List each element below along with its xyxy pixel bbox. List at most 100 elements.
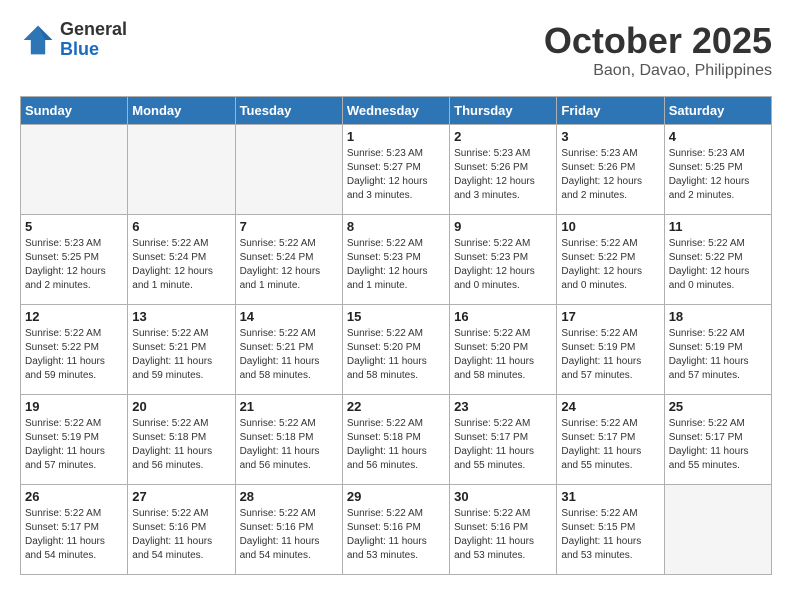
calendar-day-cell: 1 Sunrise: 5:23 AMSunset: 5:27 PMDaylight… <box>342 125 449 215</box>
day-number: 7 <box>240 219 338 234</box>
day-number: 4 <box>669 129 767 144</box>
calendar-day-cell <box>664 485 771 575</box>
day-number: 26 <box>25 489 123 504</box>
day-number: 25 <box>669 399 767 414</box>
location-subtitle: Baon, Davao, Philippines <box>544 62 772 80</box>
calendar-week-row: 5 Sunrise: 5:23 AMSunset: 5:25 PMDaylight… <box>21 215 772 305</box>
calendar-day-cell: 23Sunrise: 5:22 AMSunset: 5:17 PMDayligh… <box>450 395 557 485</box>
calendar-day-cell: 21 Sunrise: 5:22 AMSunset: 5:18 PMDayligh… <box>235 395 342 485</box>
day-number: 13 <box>132 309 230 324</box>
day-info: Sunrise: 5:22 AMSunset: 5:16 PMDaylight:… <box>454 507 552 563</box>
calendar-table: SundayMondayTuesdayWednesdayThursdayFrid… <box>20 96 772 575</box>
calendar-day-cell: 24 Sunrise: 5:22 AMSunset: 5:17 PMDayligh… <box>557 395 664 485</box>
day-number: 29 <box>347 489 445 504</box>
day-number: 24 <box>561 399 659 414</box>
calendar-day-cell: 7 Sunrise: 5:22 AMSunset: 5:24 PMDaylight… <box>235 215 342 305</box>
day-number: 1 <box>347 129 445 144</box>
day-info: Sunrise: 5:22 AMSunset: 5:20 PMDaylight:… <box>454 327 552 383</box>
day-info: Sunrise: 5:22 AMSunset: 5:24 PMDaylight:… <box>132 237 230 293</box>
day-number: 18 <box>669 309 767 324</box>
calendar-week-row: 19 Sunrise: 5:22 AMSunset: 5:19 PMDayligh… <box>21 395 772 485</box>
calendar-day-cell: 29Sunrise: 5:22 AMSunset: 5:16 PMDayligh… <box>342 485 449 575</box>
day-number: 22 <box>347 399 445 414</box>
title-section: October 2025 Baon, Davao, Philippines <box>544 20 772 80</box>
calendar-day-cell: 5 Sunrise: 5:23 AMSunset: 5:25 PMDaylight… <box>21 215 128 305</box>
calendar-day-cell: 2Sunrise: 5:23 AMSunset: 5:26 PMDaylight… <box>450 125 557 215</box>
day-info: Sunrise: 5:22 AMSunset: 5:21 PMDaylight:… <box>240 327 338 383</box>
day-info: Sunrise: 5:23 AMSunset: 5:26 PMDaylight:… <box>561 147 659 203</box>
calendar-day-cell: 20Sunrise: 5:22 AMSunset: 5:18 PMDayligh… <box>128 395 235 485</box>
calendar-week-row: 26Sunrise: 5:22 AMSunset: 5:17 PMDayligh… <box>21 485 772 575</box>
day-info: Sunrise: 5:23 AMSunset: 5:26 PMDaylight:… <box>454 147 552 203</box>
day-number: 27 <box>132 489 230 504</box>
day-info: Sunrise: 5:22 AMSunset: 5:17 PMDaylight:… <box>561 417 659 473</box>
day-number: 5 <box>25 219 123 234</box>
day-info: Sunrise: 5:22 AMSunset: 5:19 PMDaylight:… <box>561 327 659 383</box>
day-info: Sunrise: 5:23 AMSunset: 5:25 PMDaylight:… <box>25 237 123 293</box>
calendar-day-cell: 26Sunrise: 5:22 AMSunset: 5:17 PMDayligh… <box>21 485 128 575</box>
day-info: Sunrise: 5:22 AMSunset: 5:15 PMDaylight:… <box>561 507 659 563</box>
calendar-day-cell: 12Sunrise: 5:22 AMSunset: 5:22 PMDayligh… <box>21 305 128 395</box>
calendar-week-row: 12Sunrise: 5:22 AMSunset: 5:22 PMDayligh… <box>21 305 772 395</box>
day-number: 23 <box>454 399 552 414</box>
calendar-body: 1 Sunrise: 5:23 AMSunset: 5:27 PMDaylight… <box>21 125 772 575</box>
day-info: Sunrise: 5:22 AMSunset: 5:18 PMDaylight:… <box>132 417 230 473</box>
day-number: 16 <box>454 309 552 324</box>
calendar-day-cell: 22 Sunrise: 5:22 AMSunset: 5:18 PMDayligh… <box>342 395 449 485</box>
calendar-day-cell: 16 Sunrise: 5:22 AMSunset: 5:20 PMDayligh… <box>450 305 557 395</box>
day-info: Sunrise: 5:22 AMSunset: 5:21 PMDaylight:… <box>132 327 230 383</box>
weekday-header-cell: Friday <box>557 97 664 125</box>
logo: General Blue <box>20 20 127 60</box>
weekday-header-cell: Tuesday <box>235 97 342 125</box>
calendar-day-cell <box>128 125 235 215</box>
day-number: 8 <box>347 219 445 234</box>
calendar-day-cell: 18 Sunrise: 5:22 AMSunset: 5:19 PMDayligh… <box>664 305 771 395</box>
calendar-day-cell <box>235 125 342 215</box>
day-info: Sunrise: 5:22 AMSunset: 5:18 PMDaylight:… <box>240 417 338 473</box>
day-number: 15 <box>347 309 445 324</box>
calendar-day-cell: 6 Sunrise: 5:22 AMSunset: 5:24 PMDaylight… <box>128 215 235 305</box>
day-number: 6 <box>132 219 230 234</box>
day-info: Sunrise: 5:22 AMSunset: 5:19 PMDaylight:… <box>669 327 767 383</box>
day-info: Sunrise: 5:22 AMSunset: 5:20 PMDaylight:… <box>347 327 445 383</box>
logo-icon <box>20 22 56 58</box>
calendar-day-cell: 3Sunrise: 5:23 AMSunset: 5:26 PMDaylight… <box>557 125 664 215</box>
day-number: 10 <box>561 219 659 234</box>
calendar-day-cell: 25 Sunrise: 5:22 AMSunset: 5:17 PMDayligh… <box>664 395 771 485</box>
month-title: October 2025 <box>544 20 772 62</box>
day-info: Sunrise: 5:23 AMSunset: 5:25 PMDaylight:… <box>669 147 767 203</box>
day-info: Sunrise: 5:23 AMSunset: 5:27 PMDaylight:… <box>347 147 445 203</box>
day-number: 19 <box>25 399 123 414</box>
day-number: 17 <box>561 309 659 324</box>
calendar-day-cell: 4 Sunrise: 5:23 AMSunset: 5:25 PMDaylight… <box>664 125 771 215</box>
weekday-header-cell: Wednesday <box>342 97 449 125</box>
calendar-day-cell: 15 Sunrise: 5:22 AMSunset: 5:20 PMDayligh… <box>342 305 449 395</box>
calendar-day-cell: 19 Sunrise: 5:22 AMSunset: 5:19 PMDayligh… <box>21 395 128 485</box>
day-info: Sunrise: 5:22 AMSunset: 5:23 PMDaylight:… <box>454 237 552 293</box>
day-number: 31 <box>561 489 659 504</box>
weekday-header-cell: Sunday <box>21 97 128 125</box>
day-info: Sunrise: 5:22 AMSunset: 5:19 PMDaylight:… <box>25 417 123 473</box>
weekday-header-cell: Thursday <box>450 97 557 125</box>
page-header: General Blue October 2025 Baon, Davao, P… <box>20 20 772 80</box>
weekday-header-cell: Monday <box>128 97 235 125</box>
calendar-day-cell: 10 Sunrise: 5:22 AMSunset: 5:22 PMDayligh… <box>557 215 664 305</box>
day-number: 14 <box>240 309 338 324</box>
day-number: 12 <box>25 309 123 324</box>
calendar-day-cell: 17 Sunrise: 5:22 AMSunset: 5:19 PMDayligh… <box>557 305 664 395</box>
calendar-day-cell: 27 Sunrise: 5:22 AMSunset: 5:16 PMDayligh… <box>128 485 235 575</box>
day-info: Sunrise: 5:22 AMSunset: 5:16 PMDaylight:… <box>132 507 230 563</box>
calendar-day-cell: 8 Sunrise: 5:22 AMSunset: 5:23 PMDaylight… <box>342 215 449 305</box>
day-info: Sunrise: 5:22 AMSunset: 5:18 PMDaylight:… <box>347 417 445 473</box>
logo-blue-label: Blue <box>60 40 127 60</box>
calendar-day-cell: 9Sunrise: 5:22 AMSunset: 5:23 PMDaylight… <box>450 215 557 305</box>
logo-general-label: General <box>60 20 127 40</box>
day-number: 30 <box>454 489 552 504</box>
day-info: Sunrise: 5:22 AMSunset: 5:22 PMDaylight:… <box>561 237 659 293</box>
day-info: Sunrise: 5:22 AMSunset: 5:17 PMDaylight:… <box>669 417 767 473</box>
day-number: 21 <box>240 399 338 414</box>
day-info: Sunrise: 5:22 AMSunset: 5:24 PMDaylight:… <box>240 237 338 293</box>
calendar-day-cell: 31 Sunrise: 5:22 AMSunset: 5:15 PMDayligh… <box>557 485 664 575</box>
day-info: Sunrise: 5:22 AMSunset: 5:23 PMDaylight:… <box>347 237 445 293</box>
day-number: 28 <box>240 489 338 504</box>
